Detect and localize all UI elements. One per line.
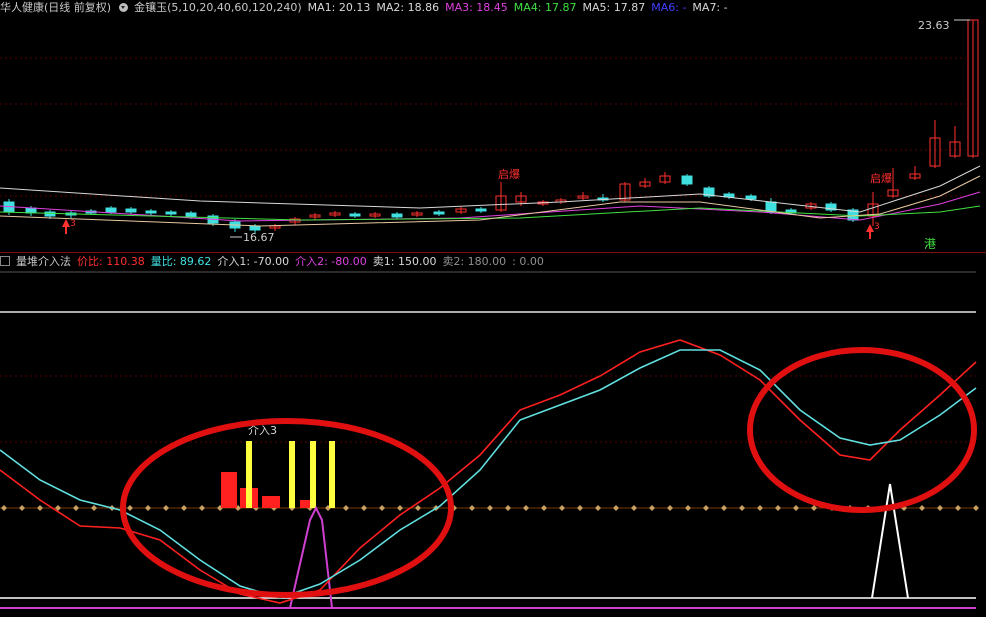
indicator-chart[interactable]: 介入3: [0, 270, 986, 617]
high-price-label: 23.63: [918, 19, 950, 32]
level-dot: [559, 505, 565, 511]
level-dot: [379, 505, 385, 511]
arrow-tag-1: 3: [70, 219, 76, 229]
level-dot: [793, 505, 799, 511]
entry2-value: 介入2: -80.00: [295, 255, 367, 268]
candle-body: [185, 212, 197, 218]
low-price-label: 16.67: [243, 231, 275, 244]
level-dot: [199, 505, 205, 511]
level-dot: [685, 505, 691, 511]
candle-body: [165, 211, 177, 215]
entry-bar: [310, 441, 316, 508]
ma4-value: MA4: 17.87: [513, 1, 577, 14]
level-dot: [541, 505, 547, 511]
level-dot: [937, 505, 943, 511]
ma6-value: MA6: -: [651, 1, 687, 14]
buy-arrow-icon: [62, 219, 70, 234]
price-chart[interactable]: 23.63 16.67 启爆 启爆 3 3 港: [0, 16, 986, 252]
level-dot: [397, 505, 403, 511]
indicator-name[interactable]: 金镶玉(5,10,20,40,60,120,240): [134, 1, 302, 14]
level-dot: [19, 505, 25, 511]
buy-arrow-icon: [866, 224, 874, 239]
burst-label-1: 启爆: [498, 167, 520, 181]
dropdown-icon[interactable]: [119, 3, 129, 12]
level-dot: [595, 505, 601, 511]
entry-bar: [246, 441, 252, 508]
entry-bar: [329, 441, 335, 508]
level-dot: [487, 505, 493, 511]
chart-title-bar: 华人健康(日线 前复权) 金镶玉(5,10,20,40,60,120,240) MA…: [0, 0, 734, 16]
level-dot: [649, 505, 655, 511]
candle-body: [249, 225, 261, 231]
level-dot: [523, 505, 529, 511]
white-spike: [871, 483, 909, 599]
level-dot: [37, 505, 43, 511]
candle-body: [681, 175, 693, 185]
price-ratio-line: [0, 339, 977, 604]
price-ratio-value: 价比: 110.38: [77, 255, 145, 268]
candle-body: [475, 208, 487, 212]
candlesticks: [3, 19, 979, 233]
ma1-value: MA1: 20.13: [307, 1, 371, 14]
candle-body: [44, 211, 56, 217]
extra-value: : 0.00: [512, 255, 544, 268]
candle-body: [391, 213, 403, 218]
candle-body: [349, 213, 361, 217]
sell2-value: 卖2: 180.00: [442, 255, 507, 268]
candle-body: [105, 207, 117, 213]
ma5-value: MA5: 17.87: [582, 1, 646, 14]
highlight-circle-right: [747, 347, 977, 513]
level-dot: [577, 505, 583, 511]
candle-body: [433, 211, 445, 215]
ma-line: [0, 175, 981, 227]
level-dot: [973, 505, 979, 511]
candle-body: [745, 195, 757, 200]
ma3-value: MA3: 18.45: [445, 1, 508, 14]
arrow-tag-2: 3: [874, 222, 880, 232]
ma2-value: MA2: 18.86: [376, 1, 440, 14]
level-dot: [1, 505, 7, 511]
level-dot: [127, 505, 133, 511]
level-dot: [361, 505, 367, 511]
level-dot: [469, 505, 475, 511]
level-dot: [613, 505, 619, 511]
volume-pile-bars: [221, 441, 335, 508]
level-dot: [739, 505, 745, 511]
level-dot: [505, 505, 511, 511]
level-dot: [757, 505, 763, 511]
level-dot: [703, 505, 709, 511]
level-dot: [919, 505, 925, 511]
port-label: 港: [924, 237, 936, 251]
panel-toggle-icon[interactable]: [0, 256, 10, 266]
entry1-value: 介入1: -70.00: [217, 255, 290, 268]
burst-label-2: 启爆: [870, 171, 892, 185]
level-dot: [181, 505, 187, 511]
volume-ratio-line: [0, 349, 977, 599]
level-dot: [667, 505, 673, 511]
candle-body: [125, 208, 137, 213]
level-dot: [955, 505, 961, 511]
price-grid: [0, 57, 966, 197]
indicator-title[interactable]: 量堆介入法: [16, 255, 71, 268]
level-dot: [415, 505, 421, 511]
panel-divider: [0, 252, 986, 253]
level-dot: [631, 505, 637, 511]
ma7-value: MA7: -: [692, 1, 728, 14]
indicator-title-bar: 量堆介入法 价比: 110.38 量比: 89.62 介入1: -70.00 介入2: …: [0, 254, 550, 270]
candle-body: [145, 210, 157, 214]
level-dot: [145, 505, 151, 511]
level-dot: [163, 505, 169, 511]
stock-title: 华人健康(日线 前复权): [0, 1, 112, 14]
level-dot: [343, 505, 349, 511]
entry-bar: [289, 441, 295, 508]
pile-bar: [262, 496, 280, 508]
volume-ratio-value: 量比: 89.62: [150, 255, 212, 268]
level-dot: [73, 505, 79, 511]
sell1-value: 卖1: 150.00: [372, 255, 437, 268]
level-dot: [721, 505, 727, 511]
level-dot: [91, 505, 97, 511]
level-dot: [775, 505, 781, 511]
pile-bar: [221, 472, 237, 508]
